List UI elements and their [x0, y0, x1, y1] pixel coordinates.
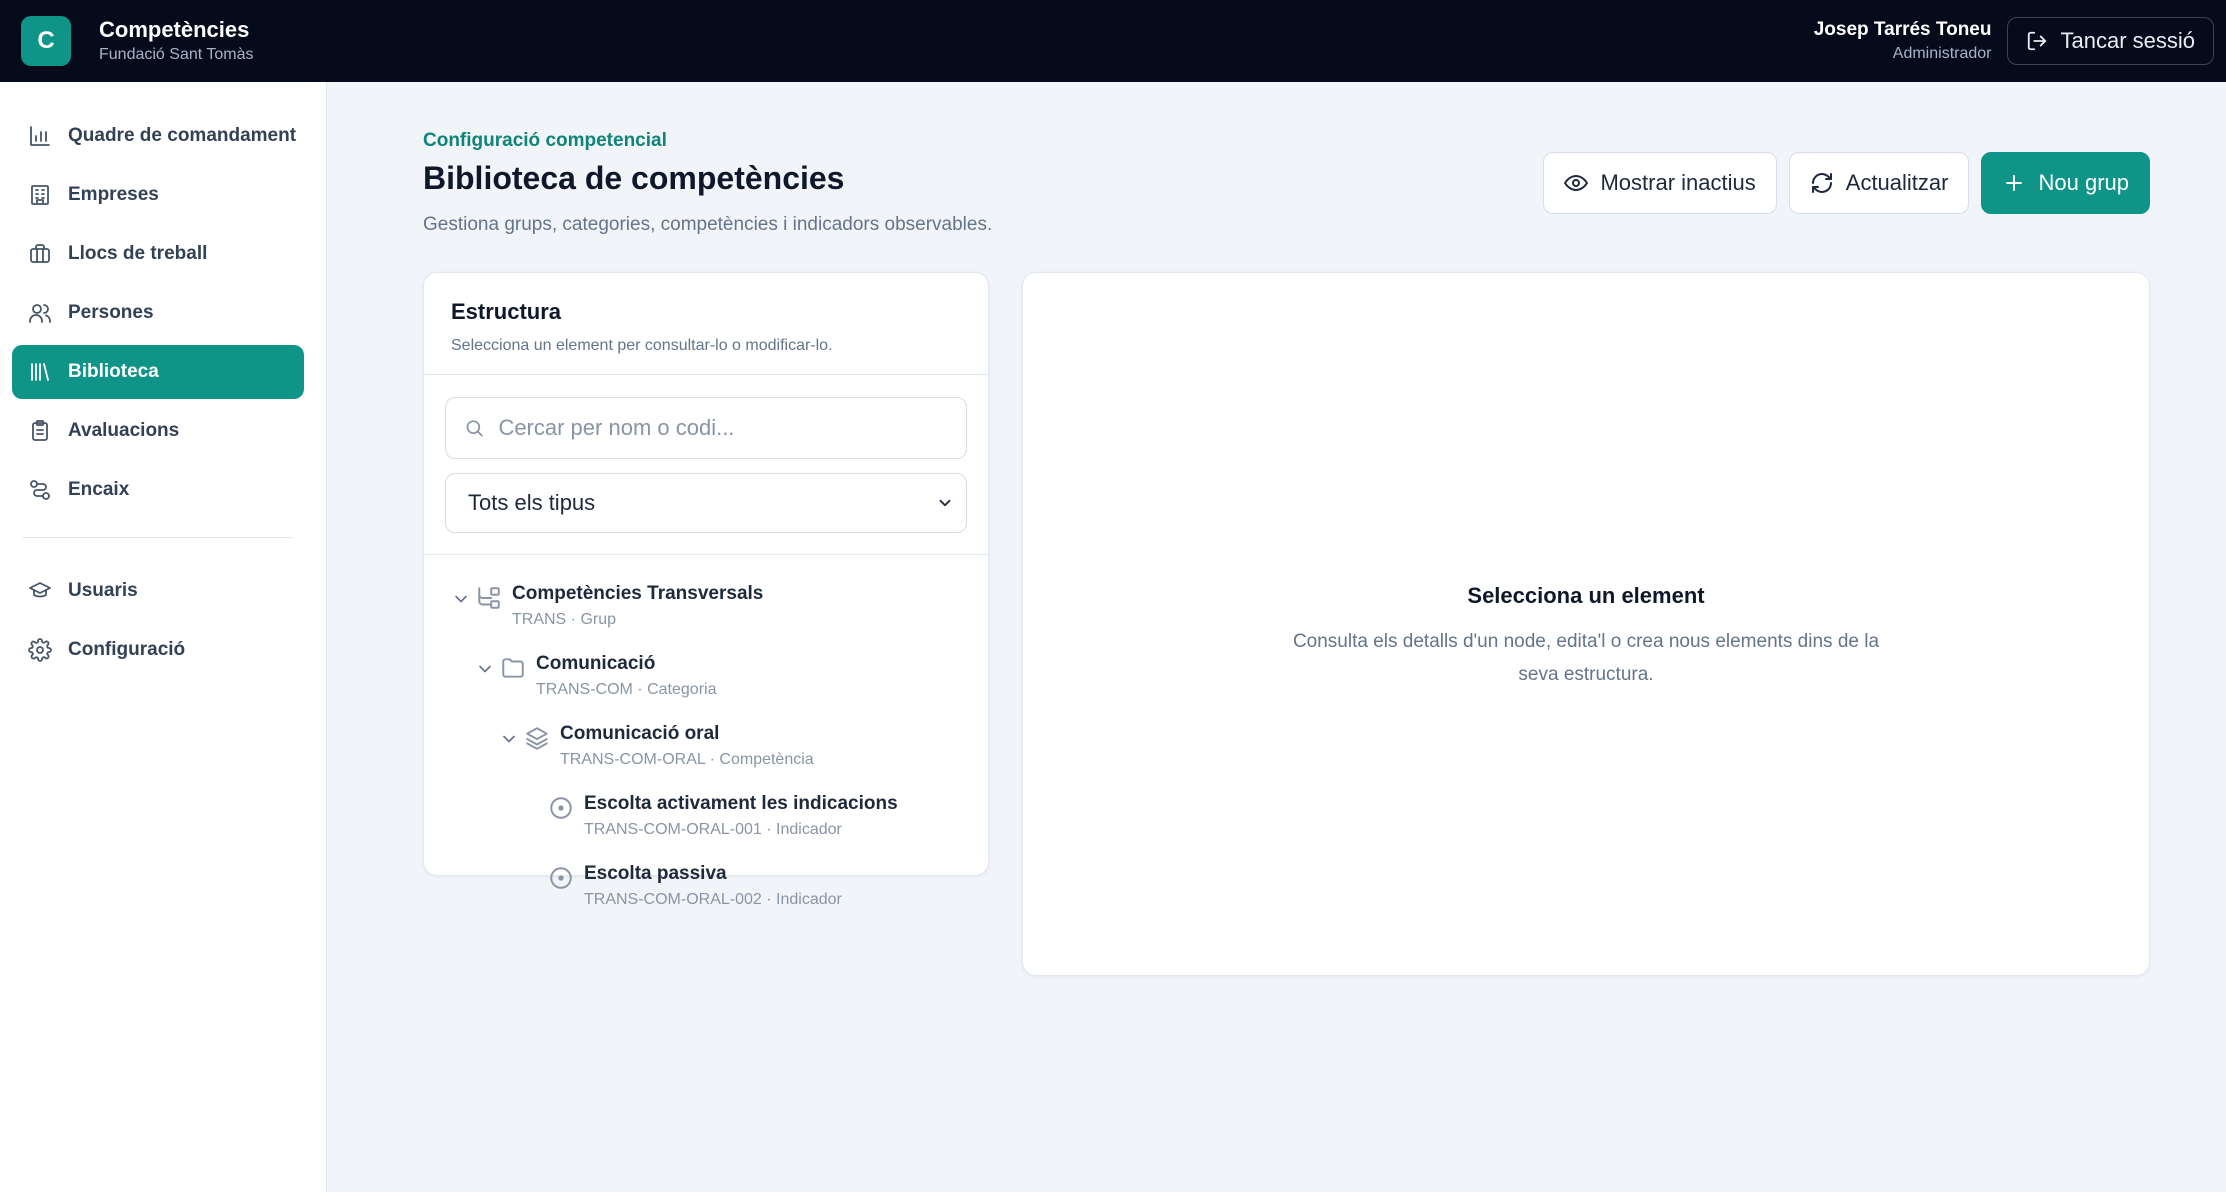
bar-chart-icon	[30, 126, 50, 146]
route-icon	[30, 480, 50, 500]
type-filter-value: Tots els tipus	[468, 490, 596, 515]
structure-subtitle: Selecciona un element per consultar-lo o…	[451, 337, 833, 354]
plus-icon	[2006, 175, 2023, 191]
main-content: Configuració competencial Biblioteca de …	[327, 82, 2226, 1192]
user-info: Josep Tarrés Toneu Administrador	[1814, 17, 1992, 65]
logout-button[interactable]: Tancar sessió	[2007, 17, 2214, 65]
search-box	[445, 397, 967, 459]
graduation-cap-icon	[29, 582, 51, 598]
users-icon	[29, 304, 51, 323]
brand: C Competències Fundació Sant Tomàs	[21, 16, 253, 66]
refresh-button[interactable]: Actualitzar	[1788, 152, 1970, 214]
briefcase-icon	[30, 244, 50, 263]
sidebar-item-label: Biblioteca	[68, 361, 159, 382]
sidebar: Quadre de comandament Empreses Llocs de tr…	[0, 82, 327, 1192]
new-group-button[interactable]: Nou grup	[1981, 152, 2150, 214]
nav-divider	[22, 537, 293, 538]
sidebar-item-label: Encaix	[68, 479, 130, 500]
sidebar-item-configuracio[interactable]: Configuració	[12, 623, 304, 677]
building-icon	[31, 185, 49, 205]
tree-node[interactable]: Escolta activament les indicacions TRANS-…	[424, 783, 988, 853]
type-filter-select[interactable]: Tots els tipus	[445, 473, 967, 533]
user-role: Administrador	[1892, 45, 1992, 62]
chevron-down-icon[interactable]	[451, 589, 471, 609]
structure-panel: Estructura Selecciona un element per con…	[423, 272, 989, 908]
tree-node-label: Comunicació oral	[560, 723, 720, 744]
library-icon	[31, 363, 49, 381]
group-tree-icon	[478, 587, 500, 609]
refresh-icon	[1811, 173, 1832, 193]
org-name: Fundació Sant Tomàs	[99, 46, 254, 63]
refresh-label: Actualitzar	[1845, 170, 1949, 195]
chevron-down-icon[interactable]	[499, 729, 519, 749]
empty-state-text: Consulta els detalls d'un node, edita'l …	[1292, 631, 1880, 685]
sidebar-item-empreses[interactable]: Empreses	[12, 168, 304, 222]
sidebar-item-quadre-de-comandament[interactable]: Quadre de comandament	[12, 109, 304, 163]
top-bar: C Competències Fundació Sant Tomàs Josep…	[0, 0, 2226, 82]
tree-node-meta: TRANS-COM-ORAL-002 · Indicador	[584, 891, 842, 908]
sidebar-item-label: Empreses	[68, 184, 159, 205]
sidebar-item-label: Avaluacions	[68, 420, 180, 441]
new-group-label: Nou grup	[2038, 170, 2129, 195]
sidebar-item-label: Persones	[68, 302, 154, 323]
eye-icon	[1564, 175, 1589, 191]
sidebar-item-biblioteca[interactable]: Biblioteca	[12, 345, 304, 399]
structure-title: Estructura	[451, 299, 562, 324]
empty-state: Selecciona un element Consulta els detal…	[1023, 583, 2149, 691]
tree-node-label: Escolta activament les indicacions	[584, 793, 898, 814]
page-title: Biblioteca de competències	[423, 160, 845, 196]
app-logo: C	[21, 16, 71, 66]
show-inactive-label: Mostrar inactius	[1600, 170, 1756, 195]
page-subtitle: Gestiona grups, categories, competències…	[423, 214, 993, 235]
sidebar-item-label: Configuració	[68, 639, 186, 660]
sidebar-item-label: Quadre de comandament	[68, 125, 297, 146]
layers-icon	[526, 727, 548, 750]
tree-node-label: Escolta passiva	[584, 863, 727, 884]
tree-node[interactable]: Comunicació oral TRANS-COM-ORAL · Competè…	[424, 713, 988, 783]
sidebar-item-usuaris[interactable]: Usuaris	[12, 564, 304, 618]
tree-node-meta: TRANS-COM-ORAL-001 · Indicador	[584, 821, 842, 838]
sidebar-item-encaix[interactable]: Encaix	[12, 463, 304, 517]
sidebar-item-label: Llocs de treball	[68, 243, 208, 264]
search-input[interactable]	[498, 415, 948, 441]
indicator-circle-icon	[550, 867, 572, 889]
page-actions: Mostrar inactius Actualitzar Nou grup	[1543, 152, 2150, 214]
tree-node-label: Comunicació	[536, 653, 656, 674]
indicator-circle-icon	[550, 797, 572, 819]
folder-icon	[502, 658, 524, 678]
empty-state-title: Selecciona un element	[1467, 583, 1705, 608]
tree-node-meta: TRANS-COM · Categoria	[536, 681, 717, 698]
tree-node-meta: TRANS · Grup	[512, 611, 617, 628]
tree-node-label: Competències Transversals	[512, 583, 764, 604]
chevron-down-icon[interactable]	[475, 659, 495, 679]
tree-node[interactable]: Comunicació TRANS-COM · Categoria	[424, 643, 988, 713]
tree-node-meta: TRANS-COM-ORAL · Competència	[560, 751, 814, 768]
sidebar-item-label: Usuaris	[68, 580, 138, 601]
tree-node[interactable]: Escolta passiva TRANS-COM-ORAL-002 · Indi…	[424, 853, 988, 923]
sidebar-item-avaluacions[interactable]: Avaluacions	[12, 404, 304, 458]
chevron-down-icon	[939, 499, 951, 507]
logout-label: Tancar sessió	[2060, 28, 2195, 53]
search-icon	[466, 420, 483, 437]
sidebar-item-persones[interactable]: Persones	[12, 286, 304, 340]
clipboard-icon	[32, 420, 48, 441]
app-title: Competències	[99, 17, 250, 42]
structure-tree: Competències Transversals TRANS · Grup Com…	[424, 555, 988, 923]
detail-panel: Selecciona un element Consulta els detal…	[1022, 272, 2150, 976]
show-inactive-button[interactable]: Mostrar inactius	[1543, 152, 1777, 214]
user-name: Josep Tarrés Toneu	[1813, 19, 1992, 40]
logout-icon	[2028, 31, 2047, 51]
tree-node[interactable]: Competències Transversals TRANS · Grup	[424, 573, 988, 643]
gear-icon	[28, 638, 52, 662]
page-eyebrow: Configuració competencial	[423, 130, 667, 151]
sidebar-item-llocs-de-treball[interactable]: Llocs de treball	[12, 227, 304, 281]
